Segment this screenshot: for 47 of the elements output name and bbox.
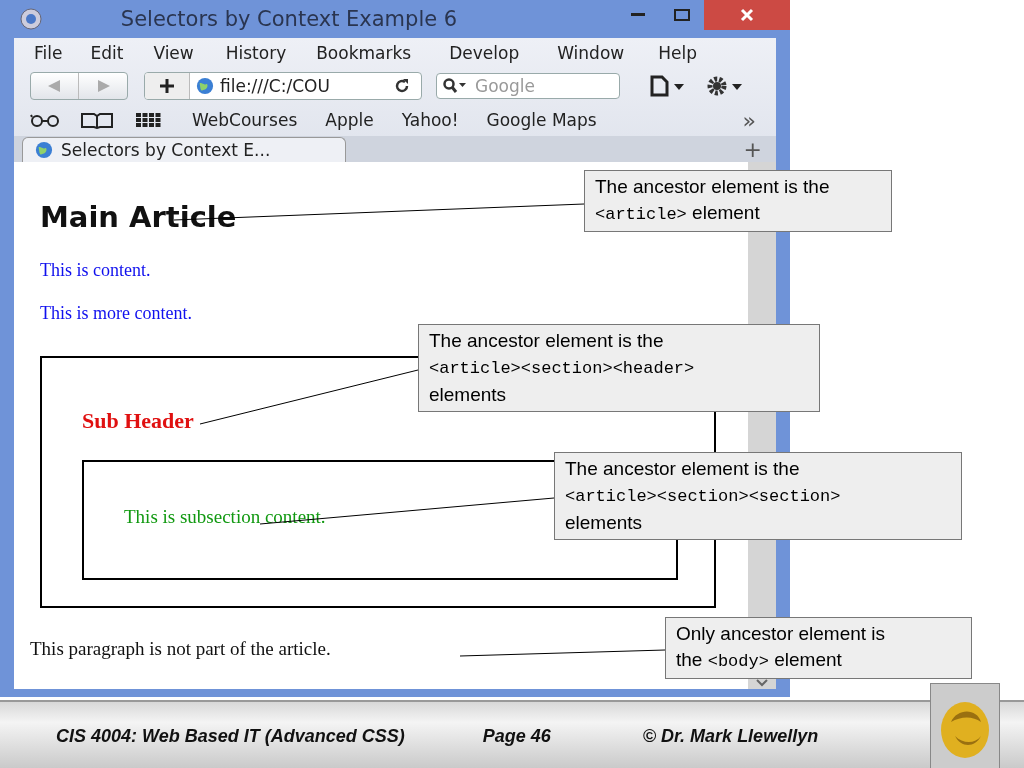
reload-icon[interactable] <box>393 77 411 95</box>
new-tab-button[interactable]: + <box>743 136 762 162</box>
menu-item[interactable]: Edit <box>90 43 124 63</box>
menu-item[interactable]: History <box>225 43 287 63</box>
course-title: CIS 4004: Web Based IT (Advanced CSS) <box>56 725 405 747</box>
menu-item[interactable]: Develop <box>449 43 520 63</box>
bookmark-item[interactable]: Apple <box>325 110 374 130</box>
glasses-icon[interactable] <box>30 113 60 127</box>
menu-item[interactable]: View <box>153 43 194 63</box>
callout-tooltip: The ancestor element is the <article><section><section> elements <box>554 452 962 540</box>
bookmark-item[interactable]: WebCourses <box>192 110 298 130</box>
minimize-icon <box>631 13 645 17</box>
bookmark-item[interactable]: Google Maps <box>486 110 597 130</box>
author-credit: © Dr. Mark Llewellyn <box>642 725 819 747</box>
close-button[interactable] <box>704 0 790 30</box>
window-title: Selectors by Context Example 6 <box>119 7 459 31</box>
sub-heading: Sub Header <box>82 408 195 434</box>
search-icon[interactable] <box>443 78 467 94</box>
compass-icon <box>20 8 42 30</box>
menu-item[interactable]: Window <box>557 43 625 63</box>
browser-tab[interactable]: Selectors by Context E... <box>22 137 346 162</box>
bookmark-item[interactable]: Yahoo! <box>401 110 459 130</box>
main-heading: Main Article <box>40 200 237 234</box>
globe-icon <box>196 77 214 95</box>
more-bookmarks-button[interactable]: » <box>742 107 756 133</box>
book-icon[interactable] <box>80 111 114 129</box>
menu-item[interactable]: Bookmarks <box>316 43 412 63</box>
maximize-icon <box>674 9 690 21</box>
outside-paragraph: This paragraph is not part of the article. <box>30 638 331 660</box>
callout-tooltip: The ancestor element is the <article><section><header> elements <box>418 324 820 412</box>
page-number: Page 46 <box>482 725 551 747</box>
callout-tooltip: The ancestor element is the <article> element <box>584 170 892 232</box>
callout-tooltip: Only ancestor element is the <body> element <box>665 617 972 679</box>
chevron-down-icon[interactable] <box>756 679 768 687</box>
address-field[interactable]: file:///C:/COU <box>144 72 422 100</box>
close-icon <box>740 8 754 22</box>
menu-item[interactable]: Help <box>658 43 697 63</box>
globe-icon <box>35 141 53 159</box>
content-paragraph: This is more content. <box>40 303 192 324</box>
back-arrow-icon <box>47 80 62 92</box>
menu-item[interactable]: File <box>34 43 63 63</box>
grid-icon[interactable] <box>136 113 162 127</box>
logo-icon <box>930 683 1000 768</box>
search-field[interactable]: Google <box>436 73 620 99</box>
content-paragraph: This is content. <box>40 260 151 281</box>
forward-arrow-icon <box>96 80 110 92</box>
add-icon[interactable] <box>145 73 190 99</box>
